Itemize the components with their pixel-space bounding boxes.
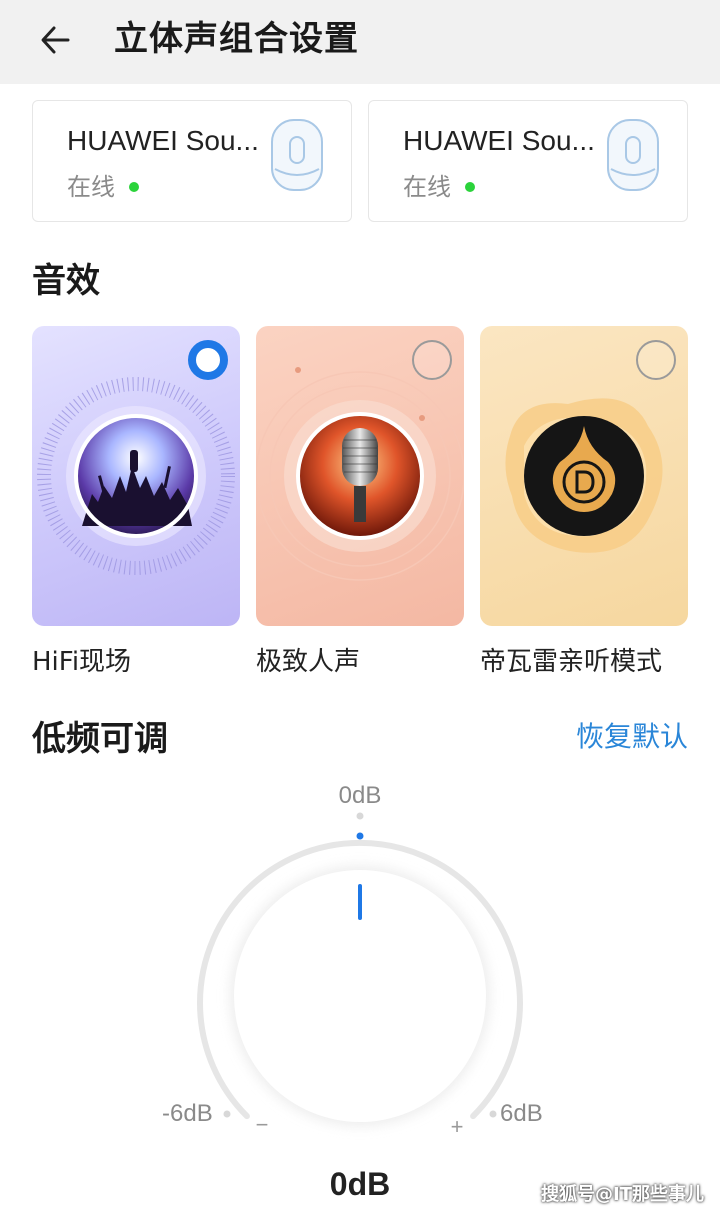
status-text: 在线 [67,173,115,201]
radio-unselected-icon[interactable] [412,340,452,380]
min-db-label: -6dB [162,1100,213,1127]
effect-label: 极致人声 [256,647,361,677]
knob-indicator [358,884,362,920]
page-title: 立体声组合设置 [114,19,359,59]
app-header: 立体声组合设置 [0,0,720,84]
device-status: 在线 [67,171,139,203]
device-name: HUAWEI Sou... [67,125,259,156]
effect-card-hifi[interactable] [32,326,240,626]
plus-symbol: + [451,1114,464,1139]
device-card-2[interactable]: HUAWEI Sou... 在线 [368,100,688,222]
section-title-sound-effects: 音效 [32,261,100,301]
restore-default-button[interactable]: 恢复默认 [576,716,688,758]
speaker-icon [271,119,323,191]
back-button[interactable] [30,14,82,66]
effect-card-vocal[interactable] [256,326,464,626]
speaker-icon [607,119,659,191]
max-marker [489,1110,497,1118]
device-name: HUAWEI Sou... [403,125,595,156]
bass-knob[interactable]: − + [0,760,720,1209]
bass-knob-area: 0dB − + -6dB 6dB 0dB [0,760,720,1209]
online-dot [129,182,139,192]
knob-position-dot [356,832,364,840]
min-marker [223,1110,231,1118]
effect-card-devialet[interactable] [480,326,688,626]
online-dot [465,182,475,192]
max-db-label: 6dB [500,1100,543,1127]
section-title-bass: 低频可调 [32,719,168,759]
effect-label: 帝瓦雷亲听模式 [480,647,663,677]
radio-unselected-icon[interactable] [636,340,676,380]
back-arrow-icon [41,26,70,54]
status-text: 在线 [403,173,451,201]
top-marker [356,812,364,820]
effect-label: HiFi现场 [32,647,132,677]
device-status: 在线 [403,171,475,203]
radio-selected-icon[interactable] [188,340,228,380]
watermark: 搜狐号@IT那些事儿 [541,1184,704,1205]
minus-symbol: − [256,1112,269,1137]
device-card-1[interactable]: HUAWEI Sou... 在线 [32,100,352,222]
